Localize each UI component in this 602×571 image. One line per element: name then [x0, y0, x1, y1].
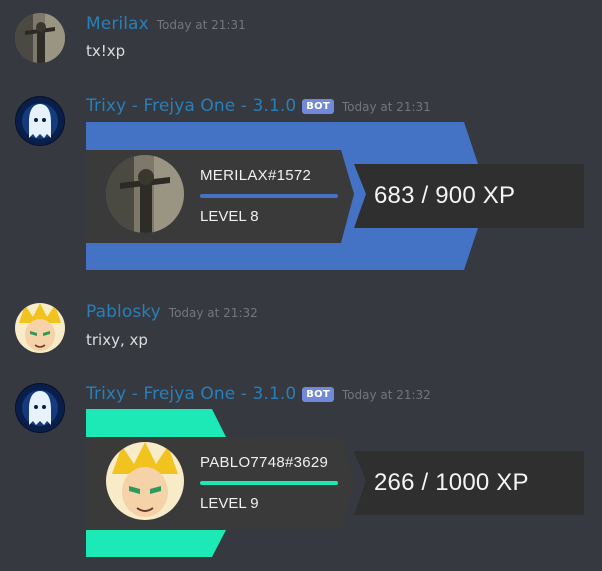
card-username: PABLO7748#3629: [200, 454, 329, 471]
author-name[interactable]: Trixy - Frejya One - 3.1.0: [86, 384, 296, 404]
bot-tag: BOT: [302, 99, 334, 114]
xp-card: MERILAX#1572 LEVEL 8 683 / 900 XP: [86, 122, 584, 270]
bot-tag: BOT: [302, 387, 334, 402]
message-timestamp: Today at 21:31: [341, 100, 431, 114]
card-level: LEVEL 8: [200, 208, 259, 225]
author-name[interactable]: Merilax: [86, 14, 149, 34]
card-user-avatar: [106, 442, 184, 520]
card-level: LEVEL 9: [200, 495, 259, 512]
message-timestamp: Today at 21:32: [168, 306, 258, 320]
xp-progress-bar: [200, 481, 338, 485]
message-text: tx!xp: [86, 42, 126, 60]
message-text: trixy, xp: [86, 331, 148, 349]
xp-card: PABLO7748#3629 LEVEL 9 266 / 1000 XP: [86, 409, 584, 557]
bot-avatar[interactable]: [15, 383, 65, 433]
message-timestamp: Today at 21:32: [341, 388, 431, 402]
card-xp: 266 / 1000 XP: [374, 469, 529, 496]
card-xp: 683 / 900 XP: [374, 182, 516, 209]
pablosky-avatar[interactable]: [15, 303, 65, 353]
merilax-avatar[interactable]: [15, 13, 65, 63]
author-name[interactable]: Trixy - Frejya One - 3.1.0: [86, 96, 296, 116]
xp-progress-bar: [200, 194, 338, 198]
card-username: MERILAX#1572: [200, 167, 312, 184]
card-user-avatar: [106, 155, 184, 233]
message-timestamp: Today at 21:31: [156, 18, 246, 32]
bot-avatar[interactable]: [15, 96, 65, 146]
author-name[interactable]: Pablosky: [86, 302, 161, 322]
